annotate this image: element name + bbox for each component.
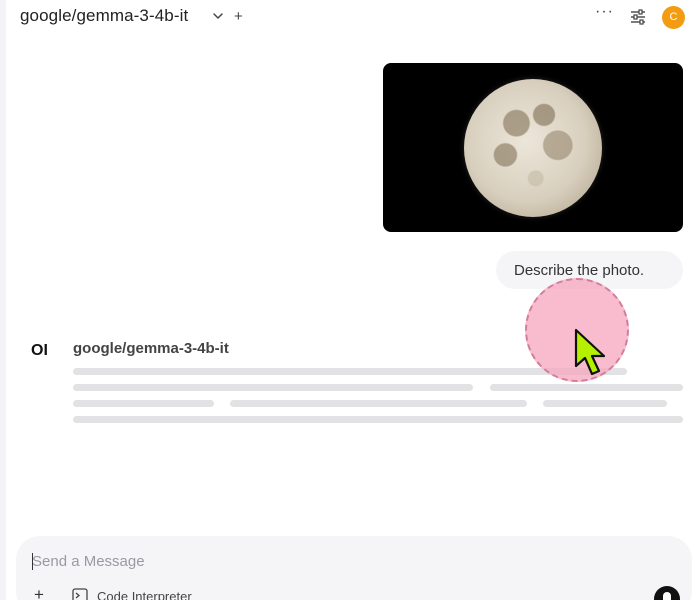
loading-skeleton-line (73, 416, 683, 423)
assistant-logo: OI (31, 342, 48, 359)
user-avatar[interactable]: C (662, 6, 685, 29)
microphone-icon (663, 592, 671, 600)
code-interpreter-label: Code Interpreter (97, 589, 192, 600)
message-input[interactable] (32, 550, 632, 572)
chat-header: google/gemma-3-4b-it + ··· C (20, 0, 696, 34)
more-options-icon[interactable]: ··· (595, 3, 614, 21)
chat-page: google/gemma-3-4b-it + ··· C Describe th… (0, 0, 696, 600)
message-composer: + Code Interpreter (16, 536, 692, 600)
moon-image (464, 79, 602, 217)
add-attachment-button[interactable]: + (34, 585, 44, 600)
add-model-icon[interactable]: + (234, 8, 243, 25)
voice-input-button[interactable] (654, 586, 680, 600)
mouse-cursor-icon (574, 328, 606, 376)
loading-skeleton-line (73, 384, 473, 391)
assistant-name: google/gemma-3-4b-it (73, 340, 229, 357)
user-image-attachment[interactable] (383, 63, 683, 232)
model-selector[interactable]: google/gemma-3-4b-it (20, 6, 188, 26)
text-caret (32, 553, 33, 570)
loading-skeleton-line (230, 400, 527, 407)
sidebar-edge (0, 0, 6, 600)
loading-skeleton-line (73, 400, 214, 407)
loading-skeleton-line (543, 400, 667, 407)
settings-sliders-icon[interactable] (630, 9, 646, 25)
user-message-text: Describe the photo. (514, 262, 645, 279)
chevron-down-icon[interactable] (211, 9, 225, 23)
terminal-icon (72, 588, 88, 600)
loading-skeleton-line (490, 384, 683, 391)
